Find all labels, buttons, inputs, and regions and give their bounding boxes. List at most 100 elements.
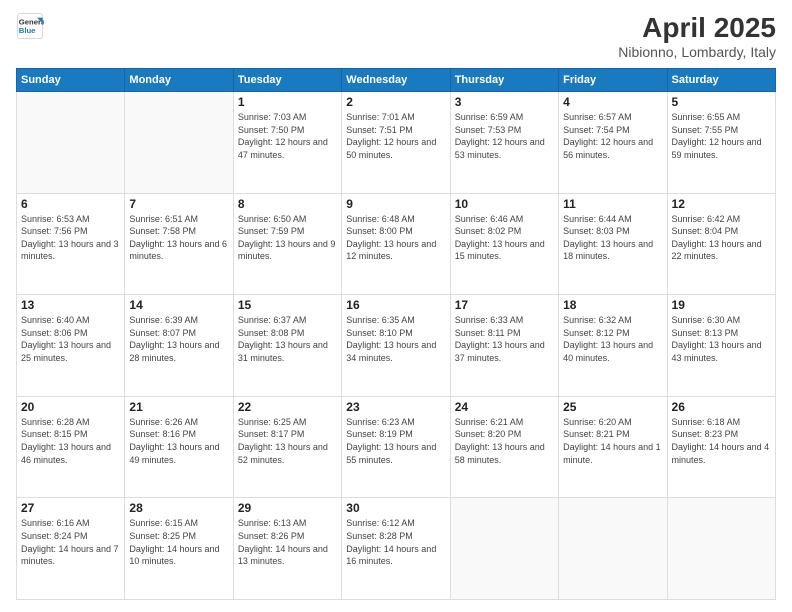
day-info: Sunrise: 6:13 AMSunset: 8:26 PMDaylight:…: [238, 517, 337, 567]
day-cell: 17 Sunrise: 6:33 AMSunset: 8:11 PMDayligh…: [450, 295, 558, 397]
week-row-4: 20 Sunrise: 6:28 AMSunset: 8:15 PMDayligh…: [17, 396, 776, 498]
header: General Blue General Blue April 2025 Nib…: [16, 12, 776, 60]
day-cell: 22 Sunrise: 6:25 AMSunset: 8:17 PMDayligh…: [233, 396, 341, 498]
day-cell: 1 Sunrise: 7:03 AMSunset: 7:50 PMDaylight…: [233, 92, 341, 194]
day-cell: [17, 92, 125, 194]
day-cell: [559, 498, 667, 600]
day-cell: 9 Sunrise: 6:48 AMSunset: 8:00 PMDaylight…: [342, 193, 450, 295]
day-info: Sunrise: 6:53 AMSunset: 7:56 PMDaylight:…: [21, 213, 120, 263]
day-number: 8: [238, 197, 337, 211]
day-cell: [667, 498, 775, 600]
day-info: Sunrise: 6:25 AMSunset: 8:17 PMDaylight:…: [238, 416, 337, 466]
day-cell: 18 Sunrise: 6:32 AMSunset: 8:12 PMDayligh…: [559, 295, 667, 397]
day-number: 30: [346, 501, 445, 515]
day-cell: 13 Sunrise: 6:40 AMSunset: 8:06 PMDayligh…: [17, 295, 125, 397]
day-number: 24: [455, 400, 554, 414]
weekday-friday: Friday: [559, 69, 667, 92]
day-info: Sunrise: 6:12 AMSunset: 8:28 PMDaylight:…: [346, 517, 445, 567]
day-cell: 30 Sunrise: 6:12 AMSunset: 8:28 PMDayligh…: [342, 498, 450, 600]
day-info: Sunrise: 6:59 AMSunset: 7:53 PMDaylight:…: [455, 111, 554, 161]
day-info: Sunrise: 7:03 AMSunset: 7:50 PMDaylight:…: [238, 111, 337, 161]
day-number: 17: [455, 298, 554, 312]
day-info: Sunrise: 6:50 AMSunset: 7:59 PMDaylight:…: [238, 213, 337, 263]
weekday-saturday: Saturday: [667, 69, 775, 92]
day-cell: 14 Sunrise: 6:39 AMSunset: 8:07 PMDayligh…: [125, 295, 233, 397]
day-cell: 11Sunrise: 6:44 AMSunset: 8:03 PMDayligh…: [559, 193, 667, 295]
day-cell: 6 Sunrise: 6:53 AMSunset: 7:56 PMDaylight…: [17, 193, 125, 295]
day-cell: 25 Sunrise: 6:20 AMSunset: 8:21 PMDayligh…: [559, 396, 667, 498]
day-number: 22: [238, 400, 337, 414]
day-number: 2: [346, 95, 445, 109]
day-cell: 20 Sunrise: 6:28 AMSunset: 8:15 PMDayligh…: [17, 396, 125, 498]
day-cell: 12 Sunrise: 6:42 AMSunset: 8:04 PMDayligh…: [667, 193, 775, 295]
day-cell: 24Sunrise: 6:21 AMSunset: 8:20 PMDayligh…: [450, 396, 558, 498]
day-number: 21: [129, 400, 228, 414]
day-number: 10: [455, 197, 554, 211]
day-info: Sunrise: 7:01 AMSunset: 7:51 PMDaylight:…: [346, 111, 445, 161]
day-number: 26: [672, 400, 771, 414]
title-block: April 2025 Nibionno, Lombardy, Italy: [618, 12, 776, 60]
day-cell: 7Sunrise: 6:51 AMSunset: 7:58 PMDaylight…: [125, 193, 233, 295]
day-info: Sunrise: 6:51 AMSunset: 7:58 PMDaylight:…: [129, 213, 228, 263]
month-year: April 2025: [618, 12, 776, 44]
day-info: Sunrise: 6:26 AMSunset: 8:16 PMDaylight:…: [129, 416, 228, 466]
day-number: 27: [21, 501, 120, 515]
day-info: Sunrise: 6:42 AMSunset: 8:04 PMDaylight:…: [672, 213, 771, 263]
day-cell: 26 Sunrise: 6:18 AMSunset: 8:23 PMDayligh…: [667, 396, 775, 498]
day-number: 28: [129, 501, 228, 515]
week-row-5: 27 Sunrise: 6:16 AMSunset: 8:24 PMDayligh…: [17, 498, 776, 600]
day-cell: 23Sunrise: 6:23 AMSunset: 8:19 PMDayligh…: [342, 396, 450, 498]
day-cell: [450, 498, 558, 600]
day-info: Sunrise: 6:16 AMSunset: 8:24 PMDaylight:…: [21, 517, 120, 567]
day-number: 29: [238, 501, 337, 515]
day-info: Sunrise: 6:55 AMSunset: 7:55 PMDaylight:…: [672, 111, 771, 161]
day-number: 23: [346, 400, 445, 414]
day-number: 5: [672, 95, 771, 109]
day-info: Sunrise: 6:28 AMSunset: 8:15 PMDaylight:…: [21, 416, 120, 466]
day-number: 18: [563, 298, 662, 312]
day-cell: 3Sunrise: 6:59 AMSunset: 7:53 PMDaylight…: [450, 92, 558, 194]
weekday-tuesday: Tuesday: [233, 69, 341, 92]
day-cell: 4 Sunrise: 6:57 AMSunset: 7:54 PMDaylight…: [559, 92, 667, 194]
day-info: Sunrise: 6:30 AMSunset: 8:13 PMDaylight:…: [672, 314, 771, 364]
day-number: 9: [346, 197, 445, 211]
weekday-header-row: SundayMondayTuesdayWednesdayThursdayFrid…: [17, 69, 776, 92]
week-row-1: 1 Sunrise: 7:03 AMSunset: 7:50 PMDaylight…: [17, 92, 776, 194]
weekday-wednesday: Wednesday: [342, 69, 450, 92]
day-info: Sunrise: 6:57 AMSunset: 7:54 PMDaylight:…: [563, 111, 662, 161]
calendar-table: SundayMondayTuesdayWednesdayThursdayFrid…: [16, 68, 776, 600]
day-info: Sunrise: 6:40 AMSunset: 8:06 PMDaylight:…: [21, 314, 120, 364]
day-info: Sunrise: 6:33 AMSunset: 8:11 PMDaylight:…: [455, 314, 554, 364]
day-number: 14: [129, 298, 228, 312]
day-info: Sunrise: 6:37 AMSunset: 8:08 PMDaylight:…: [238, 314, 337, 364]
day-number: 6: [21, 197, 120, 211]
day-number: 4: [563, 95, 662, 109]
day-info: Sunrise: 6:48 AMSunset: 8:00 PMDaylight:…: [346, 213, 445, 263]
svg-text:Blue: Blue: [19, 26, 36, 35]
day-number: 19: [672, 298, 771, 312]
day-info: Sunrise: 6:18 AMSunset: 8:23 PMDaylight:…: [672, 416, 771, 466]
day-cell: 21 Sunrise: 6:26 AMSunset: 8:16 PMDayligh…: [125, 396, 233, 498]
day-cell: 19 Sunrise: 6:30 AMSunset: 8:13 PMDayligh…: [667, 295, 775, 397]
day-number: 13: [21, 298, 120, 312]
day-info: Sunrise: 6:46 AMSunset: 8:02 PMDaylight:…: [455, 213, 554, 263]
day-cell: 27 Sunrise: 6:16 AMSunset: 8:24 PMDayligh…: [17, 498, 125, 600]
weekday-sunday: Sunday: [17, 69, 125, 92]
logo: General Blue General Blue: [16, 12, 44, 40]
weekday-thursday: Thursday: [450, 69, 558, 92]
day-cell: 28Sunrise: 6:15 AMSunset: 8:25 PMDayligh…: [125, 498, 233, 600]
day-cell: 2 Sunrise: 7:01 AMSunset: 7:51 PMDaylight…: [342, 92, 450, 194]
day-number: 16: [346, 298, 445, 312]
day-number: 1: [238, 95, 337, 109]
day-cell: 15Sunrise: 6:37 AMSunset: 8:08 PMDayligh…: [233, 295, 341, 397]
day-number: 20: [21, 400, 120, 414]
day-number: 12: [672, 197, 771, 211]
day-cell: 10 Sunrise: 6:46 AMSunset: 8:02 PMDayligh…: [450, 193, 558, 295]
location: Nibionno, Lombardy, Italy: [618, 44, 776, 60]
day-number: 25: [563, 400, 662, 414]
week-row-3: 13 Sunrise: 6:40 AMSunset: 8:06 PMDayligh…: [17, 295, 776, 397]
day-info: Sunrise: 6:39 AMSunset: 8:07 PMDaylight:…: [129, 314, 228, 364]
day-cell: 16Sunrise: 6:35 AMSunset: 8:10 PMDayligh…: [342, 295, 450, 397]
day-info: Sunrise: 6:20 AMSunset: 8:21 PMDaylight:…: [563, 416, 662, 466]
day-info: Sunrise: 6:32 AMSunset: 8:12 PMDaylight:…: [563, 314, 662, 364]
